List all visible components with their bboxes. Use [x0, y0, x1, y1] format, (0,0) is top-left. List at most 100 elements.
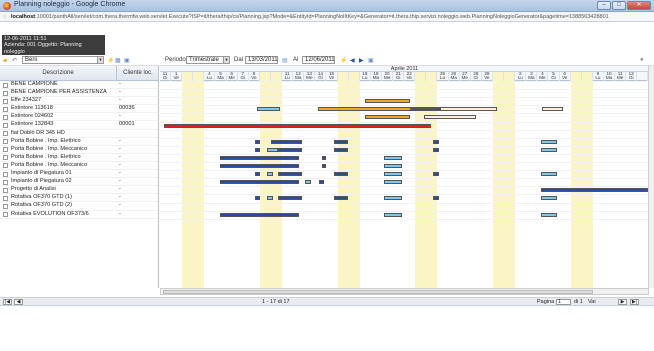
table-row[interactable]: Progetto di Analisi -: [0, 186, 158, 195]
booking-bar[interactable]: [305, 180, 311, 185]
row-checkbox[interactable]: [3, 212, 8, 217]
next-arrow-icon[interactable]: ▶: [359, 57, 364, 64]
header-descrizione[interactable]: Descrizione: [0, 66, 117, 81]
undo-icon[interactable]: ↶: [12, 57, 17, 64]
scrollbar-thumb[interactable]: [163, 290, 593, 294]
table-row[interactable]: BENE CAMPIONE -: [0, 81, 158, 90]
row-checkbox[interactable]: [3, 147, 8, 153]
minimize-button[interactable]: –: [597, 1, 611, 10]
vertical-scrollbar[interactable]: [648, 66, 654, 288]
row-checkbox[interactable]: [3, 114, 8, 120]
first-page-button[interactable]: |◀: [3, 299, 12, 305]
booking-bar[interactable]: [433, 172, 439, 177]
row-checkbox[interactable]: [3, 131, 8, 137]
row-checkbox[interactable]: [3, 179, 8, 185]
vai-button[interactable]: Vai: [588, 298, 596, 306]
booking-bar[interactable]: [256, 107, 280, 112]
booking-bar[interactable]: [266, 147, 278, 152]
page-input[interactable]: 1: [556, 299, 571, 305]
row-checkbox[interactable]: [3, 171, 8, 177]
filter-icon[interactable]: ⚡: [107, 57, 114, 64]
table-row[interactable]: Rotativa OF370 GTD (2) -: [0, 202, 158, 211]
booking-bar[interactable]: [334, 196, 348, 201]
booking-bar[interactable]: [219, 164, 299, 168]
row-checkbox[interactable]: [3, 82, 8, 88]
booking-bar[interactable]: [271, 139, 303, 144]
booking-bar[interactable]: [433, 147, 439, 152]
table-row[interactable]: Rotativa OF370 GTD (1) -: [0, 194, 158, 203]
booking-bar[interactable]: [219, 212, 299, 217]
table-row[interactable]: fiat Doblò DR 345 HD: [0, 130, 158, 138]
booking-bar[interactable]: [541, 107, 563, 112]
grid-icon[interactable]: ▦: [115, 57, 121, 64]
booking-bar[interactable]: [277, 196, 303, 201]
last-page-button[interactable]: ▶|: [630, 299, 639, 305]
booking-bar[interactable]: [540, 196, 558, 201]
table-row[interactable]: Estintore 113618 00036: [0, 105, 158, 114]
row-checkbox[interactable]: [3, 163, 8, 169]
today-icon[interactable]: ▣: [368, 57, 374, 64]
close-button[interactable]: ✕: [627, 1, 651, 10]
booking-bar[interactable]: [433, 196, 439, 201]
table-row[interactable]: Porta Bobine . Imp. Elettrico -: [0, 154, 158, 162]
refresh-icon[interactable]: ▣: [124, 57, 130, 64]
calendar-icon[interactable]: ▤: [282, 57, 288, 64]
table-row[interactable]: Effe 234327 -: [0, 97, 158, 106]
booking-bar[interactable]: [384, 172, 402, 177]
booking-bar[interactable]: [277, 172, 303, 177]
booking-bar[interactable]: [219, 155, 299, 160]
table-row[interactable]: Porta Bobine . Imp. Meccanico -: [0, 146, 158, 154]
booking-bar[interactable]: [277, 147, 303, 152]
booking-bar[interactable]: [255, 172, 260, 177]
lightning-icon[interactable]: ⚡: [340, 57, 347, 64]
booking-bar[interactable]: [384, 155, 402, 160]
table-row[interactable]: BENE CAMPIONE PER ASSISTENZA -: [0, 89, 158, 98]
table-row[interactable]: Rotativa EVOLUTION OF373/6 -: [0, 211, 158, 219]
booking-bar[interactable]: [384, 180, 402, 185]
row-checkbox[interactable]: [3, 155, 8, 161]
booking-bar[interactable]: [384, 196, 402, 201]
table-row[interactable]: Impianto di Piegatura 01 -: [0, 170, 158, 179]
booking-bar[interactable]: [410, 107, 440, 112]
table-row[interactable]: Estintore 132843 00001: [0, 121, 158, 130]
booking-bar[interactable]: [219, 180, 299, 185]
row-checkbox[interactable]: [3, 187, 8, 193]
booking-bar[interactable]: [540, 172, 558, 177]
row-checkbox[interactable]: [3, 139, 8, 145]
booking-bar[interactable]: [439, 107, 498, 112]
folder-icon[interactable]: ▰: [3, 57, 8, 64]
prev-page-button[interactable]: ◀: [14, 299, 23, 305]
row-checkbox[interactable]: [3, 90, 8, 96]
booking-bar[interactable]: [255, 196, 260, 201]
resource-select[interactable]: Beni ▼: [22, 56, 104, 64]
booking-bar[interactable]: [334, 172, 348, 177]
booking-bar[interactable]: [540, 147, 558, 152]
row-checkbox[interactable]: [3, 106, 8, 112]
dal-date-input[interactable]: 13/03/2011: [245, 56, 278, 64]
booking-bar[interactable]: [365, 115, 410, 120]
horizontal-scrollbar[interactable]: [160, 288, 649, 295]
prev-arrow-icon[interactable]: ◀: [350, 57, 355, 64]
maximize-button[interactable]: □: [612, 1, 626, 10]
booking-bar[interactable]: [424, 115, 477, 120]
booking-bar[interactable]: [334, 139, 348, 144]
booking-bar[interactable]: [164, 123, 431, 128]
booking-bar[interactable]: [255, 139, 260, 144]
table-row[interactable]: Porta Bobine . Imp. Meccanico -: [0, 162, 158, 171]
booking-bar[interactable]: [318, 180, 325, 185]
address-bar[interactable]: ◌ localhost:10001/panthAll/servlet/com.t…: [0, 12, 654, 22]
table-row[interactable]: Impianto di Piegatura 02 -: [0, 178, 158, 187]
row-checkbox[interactable]: [3, 122, 8, 128]
table-row[interactable]: Porta Bobine . Imp. Elettrico -: [0, 138, 158, 146]
row-checkbox[interactable]: [3, 195, 8, 201]
url-text[interactable]: localhost:10001/panthAll/servlet/com.the…: [11, 14, 651, 20]
row-checkbox[interactable]: [3, 98, 8, 104]
booking-bar[interactable]: [266, 172, 274, 177]
booking-bar[interactable]: [322, 164, 327, 168]
settings-icon[interactable]: ●: [640, 57, 644, 63]
booking-bar[interactable]: [433, 139, 439, 144]
booking-bar[interactable]: [540, 212, 558, 217]
booking-bar[interactable]: [540, 139, 558, 144]
booking-bar[interactable]: [322, 155, 327, 160]
header-cliente[interactable]: Cliente loc.: [117, 66, 159, 81]
